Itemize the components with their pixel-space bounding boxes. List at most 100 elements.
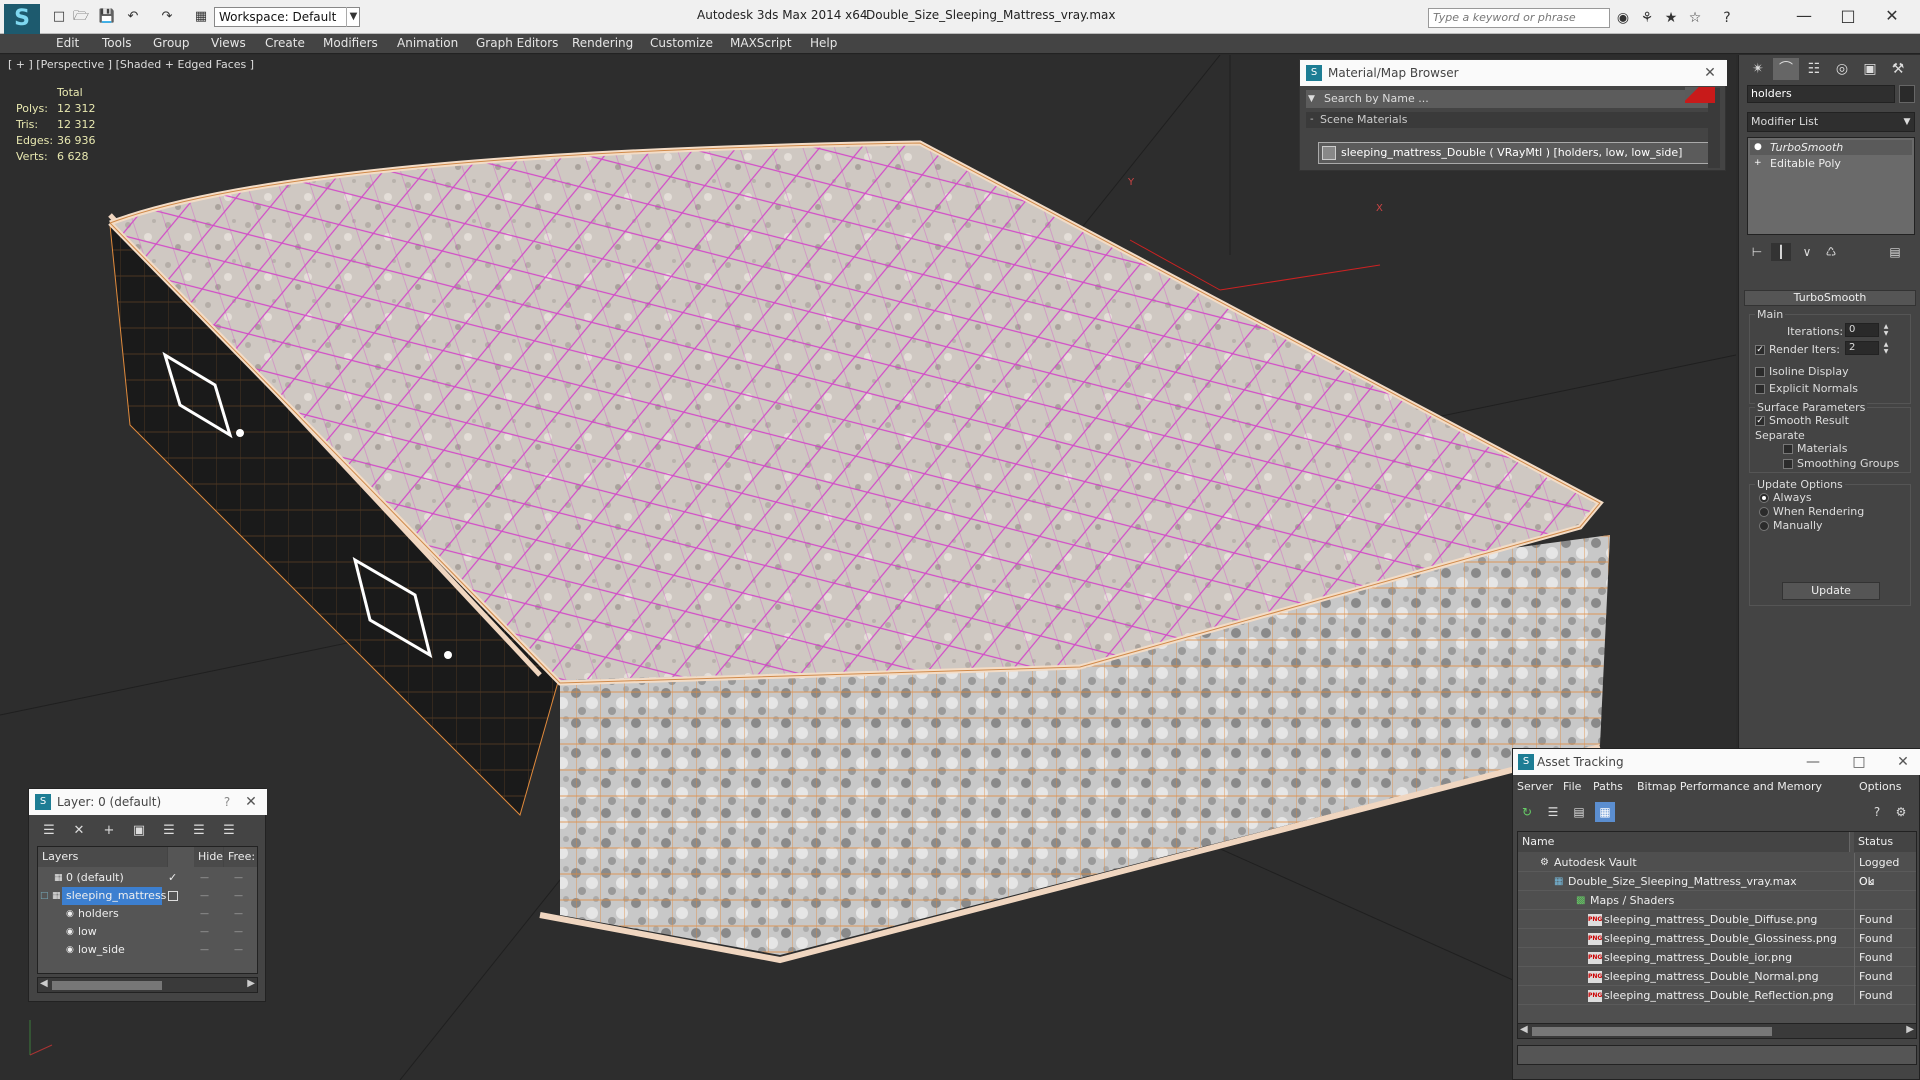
menu-file[interactable]: File bbox=[1563, 780, 1581, 793]
help-icon[interactable]: ? bbox=[1718, 9, 1736, 27]
freeze-toggle[interactable]: — bbox=[234, 923, 243, 941]
subscription-icon[interactable]: ⚘ bbox=[1638, 9, 1656, 27]
modifier-list-select[interactable]: Modifier List bbox=[1747, 112, 1915, 132]
select-objects-icon[interactable]: ▣ bbox=[129, 821, 149, 841]
favorites-star-icon[interactable]: ☆ bbox=[1686, 9, 1704, 27]
hide-toggle[interactable]: — bbox=[200, 941, 209, 959]
collapse-icon[interactable]: - bbox=[1310, 112, 1318, 128]
layers-column-header[interactable]: Layers bbox=[38, 847, 168, 867]
minimize-icon[interactable]: — bbox=[1795, 752, 1831, 772]
layer-row[interactable]: ◉ low — — bbox=[38, 923, 257, 941]
menu-animation[interactable]: Animation bbox=[397, 36, 458, 50]
when-rendering-radio[interactable] bbox=[1759, 507, 1769, 517]
menu-help[interactable]: Help bbox=[810, 36, 837, 50]
freeze-column-header[interactable]: Free: bbox=[224, 847, 257, 867]
table-view-icon[interactable]: ▦ bbox=[1595, 802, 1615, 822]
project-folder-icon[interactable]: ▦ bbox=[192, 8, 210, 26]
chevron-left-icon[interactable]: ◀ bbox=[40, 978, 48, 989]
display-tab-icon[interactable]: ▣ bbox=[1857, 58, 1883, 80]
object-name-field[interactable]: holders bbox=[1747, 85, 1895, 103]
material-search-input[interactable]: Search by Name ... bbox=[1306, 90, 1720, 108]
table-row[interactable]: PNG sleeping_mattress_Double_Reflection.… bbox=[1518, 986, 1916, 1005]
iterations-spinner[interactable]: 0 bbox=[1845, 323, 1879, 337]
workspace-select[interactable]: Workspace: Default bbox=[214, 7, 360, 27]
table-row[interactable]: PNG sleeping_mattress_Double_Diffuse.png… bbox=[1518, 910, 1916, 929]
layer-row[interactable]: ◉ holders — — bbox=[38, 905, 257, 923]
render-iters-checkbox[interactable]: ✓ bbox=[1755, 345, 1765, 355]
manually-radio[interactable] bbox=[1759, 521, 1769, 531]
menu-bitmap-performance[interactable]: Bitmap Performance and Memory bbox=[1637, 780, 1822, 793]
make-unique-icon[interactable]: ∨ bbox=[1797, 243, 1817, 261]
settings-icon[interactable]: ⚙ bbox=[1891, 802, 1911, 822]
pin-stack-icon[interactable]: ⊢ bbox=[1747, 243, 1767, 261]
delete-layer-icon[interactable]: ✕ bbox=[69, 821, 89, 841]
table-row[interactable]: PNG sleeping_mattress_Double_Normal.png … bbox=[1518, 967, 1916, 986]
spinner-arrows-icon[interactable]: ▲ ▼ bbox=[1881, 341, 1891, 355]
menu-views[interactable]: Views bbox=[211, 36, 246, 50]
name-column-header[interactable]: Name bbox=[1518, 832, 1850, 852]
binoculars-icon[interactable]: ◉ bbox=[1614, 9, 1632, 27]
list-view-icon[interactable]: ☰ bbox=[1543, 802, 1563, 822]
menu-rendering[interactable]: Rendering bbox=[572, 36, 633, 50]
hide-toggle[interactable]: — bbox=[200, 905, 209, 923]
save-icon[interactable]: 💾 bbox=[98, 8, 116, 26]
freeze-toggle[interactable]: — bbox=[234, 905, 243, 923]
lightbulb-icon[interactable]: ● bbox=[1754, 143, 1763, 152]
modify-tab-icon[interactable]: ⌒ bbox=[1773, 58, 1799, 80]
freeze-toggle[interactable]: — bbox=[234, 887, 243, 905]
close-icon[interactable]: ✕ bbox=[1872, 4, 1912, 28]
hide-toggle[interactable]: — bbox=[200, 869, 209, 887]
expand-plus-icon[interactable]: + bbox=[1754, 159, 1763, 168]
isoline-display-checkbox[interactable] bbox=[1755, 367, 1765, 377]
scene-materials-section[interactable]: Scene Materials bbox=[1306, 112, 1720, 128]
update-button[interactable]: Update bbox=[1782, 582, 1880, 600]
chevron-down-icon[interactable]: ▼ bbox=[1899, 112, 1915, 132]
smoothing-groups-checkbox[interactable] bbox=[1783, 459, 1793, 469]
minimize-icon[interactable]: — bbox=[1784, 4, 1824, 28]
menu-create[interactable]: Create bbox=[265, 36, 305, 50]
highlight-layer-icon[interactable]: ☰ bbox=[159, 821, 179, 841]
hide-column-header[interactable]: Hide bbox=[194, 847, 224, 867]
undo-icon[interactable]: ↶ bbox=[124, 8, 142, 26]
motion-tab-icon[interactable]: ◎ bbox=[1829, 58, 1855, 80]
always-radio[interactable] bbox=[1759, 493, 1769, 503]
redo-icon[interactable]: ↷ bbox=[158, 8, 176, 26]
menu-edit[interactable]: Edit bbox=[56, 36, 79, 50]
status-column-header[interactable]: Status bbox=[1854, 832, 1916, 852]
status-field[interactable] bbox=[1517, 1045, 1917, 1065]
material-item[interactable]: sleeping_mattress_Double ( VRayMtl ) [ho… bbox=[1318, 142, 1714, 164]
app-logo-icon[interactable]: S bbox=[4, 4, 40, 34]
open-file-icon[interactable]: 🗁 bbox=[72, 8, 90, 26]
hide-all-icon[interactable]: ☰ bbox=[189, 821, 209, 841]
help-icon[interactable]: ? bbox=[1867, 802, 1887, 822]
stack-item-turbosmooth[interactable]: ● TurboSmooth bbox=[1750, 140, 1912, 155]
menu-graph-editors[interactable]: Graph Editors bbox=[476, 36, 558, 50]
help-search-input[interactable]: Type a keyword or phrase bbox=[1428, 8, 1610, 28]
menu-customize[interactable]: Customize bbox=[650, 36, 713, 50]
table-row[interactable]: PNG sleeping_mattress_Double_Glossiness.… bbox=[1518, 929, 1916, 948]
freeze-toggle[interactable]: — bbox=[234, 869, 243, 887]
freeze-all-icon[interactable]: ☰ bbox=[219, 821, 239, 841]
remove-modifier-icon[interactable]: ♺ bbox=[1821, 243, 1841, 261]
render-iters-spinner[interactable]: 2 bbox=[1845, 341, 1879, 355]
turbosmooth-rollout-header[interactable]: TurboSmooth bbox=[1744, 290, 1916, 306]
active-layer-toggle[interactable] bbox=[168, 891, 178, 901]
horizontal-scrollbar[interactable]: ◀ ▶ bbox=[1517, 1023, 1917, 1039]
scrollbar-thumb[interactable] bbox=[52, 981, 162, 990]
close-icon[interactable]: ✕ bbox=[1700, 63, 1720, 83]
object-color-swatch[interactable] bbox=[1899, 85, 1915, 103]
help-icon[interactable]: ? bbox=[219, 794, 235, 810]
menu-group[interactable]: Group bbox=[153, 36, 190, 50]
layers-icon[interactable]: ☰ bbox=[39, 821, 59, 841]
refresh-icon[interactable]: ↻ bbox=[1517, 802, 1537, 822]
utilities-tab-icon[interactable]: ⚒ bbox=[1885, 58, 1911, 80]
close-icon[interactable]: ✕ bbox=[1885, 752, 1920, 772]
spinner-arrows-icon[interactable]: ▲ ▼ bbox=[1881, 323, 1891, 337]
collapse-icon[interactable]: □ bbox=[40, 887, 49, 905]
configure-sets-icon[interactable]: ▤ bbox=[1885, 243, 1905, 261]
layer-row[interactable]: ◉ low_side — — bbox=[38, 941, 257, 959]
hierarchy-tab-icon[interactable]: ☷ bbox=[1801, 58, 1827, 80]
table-row[interactable]: PNG sleeping_mattress_Double_ior.png Fou… bbox=[1518, 948, 1916, 967]
menu-server[interactable]: Server bbox=[1517, 780, 1553, 793]
menu-options[interactable]: Options bbox=[1859, 780, 1901, 793]
